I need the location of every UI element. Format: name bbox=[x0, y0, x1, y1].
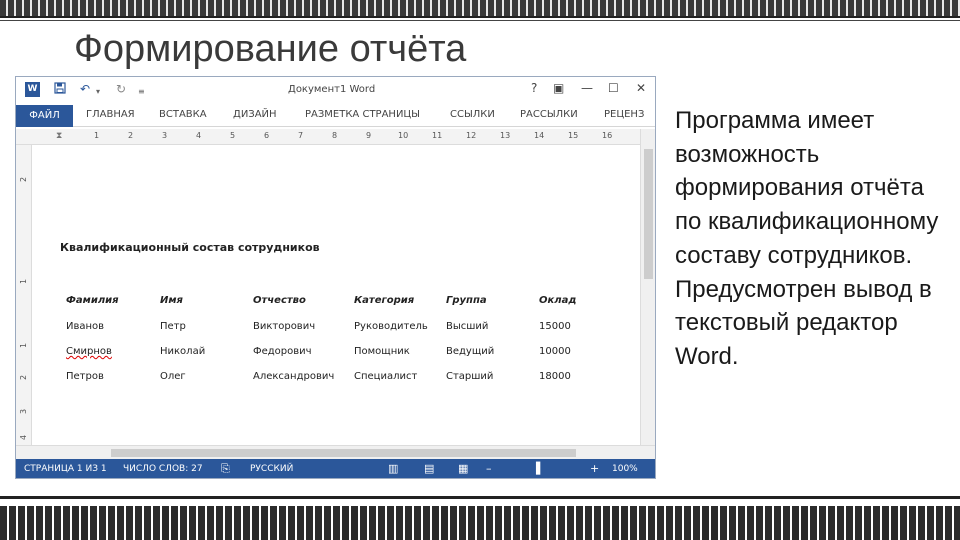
title-bar: W ↶ ▾ ↻ ≡ Документ1 Word ? ▣ — ☐ ✕ bbox=[16, 77, 655, 103]
vruler-number: 1 bbox=[19, 342, 29, 349]
tab-page-layout[interactable]: РАЗМЕТКА СТРАНИЦЫ bbox=[305, 109, 420, 120]
bottom-divider bbox=[0, 496, 960, 499]
vruler-number: 1 bbox=[19, 278, 29, 285]
report-heading: Квалификационный состав сотрудников bbox=[60, 241, 320, 254]
table-cell: Иванов bbox=[66, 321, 105, 332]
ribbon-display-icon[interactable]: ▣ bbox=[553, 81, 564, 95]
tab-review[interactable]: РЕЦЕНЗ bbox=[604, 109, 644, 120]
customize-toolbar-icon[interactable]: ≡ bbox=[138, 85, 145, 99]
table-cell: 10000 bbox=[539, 346, 571, 357]
table-cell: Старший bbox=[446, 371, 494, 382]
word-app-icon[interactable]: W bbox=[25, 82, 40, 97]
table-header: Имя bbox=[160, 295, 183, 306]
table-cell: 18000 bbox=[539, 371, 571, 382]
vruler-number: 2 bbox=[19, 176, 29, 183]
slide: Формирование отчёта W ↶ ▾ ↻ ≡ Документ1 … bbox=[0, 0, 960, 540]
slide-description: Программа имеет возможность формирования… bbox=[675, 107, 939, 370]
language-status[interactable]: РУССКИЙ bbox=[250, 464, 293, 474]
zoom-in-icon[interactable]: + bbox=[590, 462, 599, 475]
table-cell: 15000 bbox=[539, 321, 571, 332]
document-title: Документ1 Word bbox=[288, 84, 376, 95]
table-cell: Олег bbox=[160, 371, 186, 382]
ruler-number: 5 bbox=[230, 131, 236, 140]
horizontal-scrollbar[interactable] bbox=[16, 445, 655, 459]
vruler-number: 4 bbox=[19, 434, 29, 441]
vertical-ruler[interactable]: 2 1 1 2 3 4 bbox=[16, 145, 32, 445]
slide-title: Формирование отчёта bbox=[74, 28, 467, 70]
table-cell: Специалист bbox=[354, 371, 418, 382]
web-layout-icon[interactable]: ▦ bbox=[458, 462, 468, 475]
table-cell: Петров bbox=[66, 371, 104, 382]
ruler-number: 7 bbox=[298, 131, 304, 140]
vruler-number: 3 bbox=[19, 408, 29, 415]
zoom-level[interactable]: 100% bbox=[612, 464, 638, 474]
table-cell: Помощник bbox=[354, 346, 410, 357]
zoom-slider[interactable]: ▌ bbox=[536, 462, 544, 475]
horizontal-scroll-thumb[interactable] bbox=[111, 449, 576, 457]
page-count-status[interactable]: СТРАНИЦА 1 ИЗ 1 bbox=[24, 464, 107, 474]
ruler-number: 12 bbox=[466, 131, 477, 140]
ruler-number: 14 bbox=[534, 131, 545, 140]
horizontal-ruler[interactable]: ⧗ 1 2 3 4 5 6 7 8 9 10 11 12 13 14 15 16 bbox=[16, 129, 641, 145]
table-header: Фамилия bbox=[66, 295, 119, 306]
table-cell: Смирнов bbox=[66, 346, 112, 357]
table-header: Группа bbox=[446, 295, 487, 306]
table-cell: Александрович bbox=[253, 371, 335, 382]
table-cell: Руководитель bbox=[354, 321, 428, 332]
proofing-icon[interactable]: ⎘ bbox=[221, 462, 230, 476]
vruler-number: 2 bbox=[19, 374, 29, 381]
ruler-number: 16 bbox=[602, 131, 613, 140]
vertical-scrollbar[interactable] bbox=[640, 129, 655, 445]
top-divider-thin bbox=[0, 20, 960, 21]
top-decorative-band bbox=[0, 0, 960, 16]
vertical-scroll-thumb[interactable] bbox=[644, 149, 653, 279]
zoom-out-icon[interactable]: – bbox=[486, 462, 492, 475]
ruler-number: 4 bbox=[196, 131, 202, 140]
ruler-number: 11 bbox=[432, 131, 443, 140]
close-icon[interactable]: ✕ bbox=[636, 81, 646, 95]
tab-home[interactable]: ГЛАВНАЯ bbox=[86, 109, 135, 120]
table-cell: Петр bbox=[160, 321, 186, 332]
ribbon-tabs: ФАЙЛ ГЛАВНАЯ ВСТАВКА ДИЗАЙН РАЗМЕТКА СТР… bbox=[16, 105, 655, 127]
tab-insert[interactable]: ВСТАВКА bbox=[159, 109, 207, 120]
chevron-down-icon[interactable]: ▾ bbox=[96, 85, 100, 99]
table-header: Отчество bbox=[253, 295, 306, 306]
ruler-number: 3 bbox=[162, 131, 168, 140]
tab-mailings[interactable]: РАССЫЛКИ bbox=[520, 109, 578, 120]
status-bar: СТРАНИЦА 1 ИЗ 1 ЧИСЛО СЛОВ: 27 ⎘ РУССКИЙ… bbox=[16, 459, 655, 478]
maximize-icon[interactable]: ☐ bbox=[608, 81, 619, 95]
ruler-number: 2 bbox=[128, 131, 134, 140]
redo-icon[interactable]: ↻ bbox=[116, 82, 126, 96]
document-page[interactable]: Квалификационный состав сотрудников Фами… bbox=[32, 145, 640, 445]
tab-file[interactable]: ФАЙЛ bbox=[16, 105, 73, 127]
table-cell: Ведущий bbox=[446, 346, 495, 357]
table-header: Оклад bbox=[539, 295, 577, 306]
tab-references[interactable]: ССЫЛКИ bbox=[450, 109, 495, 120]
ruler-number: 9 bbox=[366, 131, 372, 140]
table-cell: Высший bbox=[446, 321, 489, 332]
help-icon[interactable]: ? bbox=[531, 81, 537, 95]
ruler-number: 8 bbox=[332, 131, 338, 140]
top-divider bbox=[0, 16, 960, 18]
minimize-icon[interactable]: — bbox=[581, 81, 593, 95]
ruler-number: 13 bbox=[500, 131, 511, 140]
ruler-number: 6 bbox=[264, 131, 270, 140]
table-cell: Федорович bbox=[253, 346, 312, 357]
table-cell: Николай bbox=[160, 346, 206, 357]
bottom-decorative-band bbox=[0, 506, 960, 540]
table-header: Категория bbox=[354, 295, 415, 306]
ruler-number: 15 bbox=[568, 131, 579, 140]
ruler-number: 1 bbox=[94, 131, 100, 140]
table-cell: Викторович bbox=[253, 321, 316, 332]
word-window: W ↶ ▾ ↻ ≡ Документ1 Word ? ▣ — ☐ ✕ ФАЙЛ … bbox=[15, 76, 656, 479]
tab-design[interactable]: ДИЗАЙН bbox=[233, 109, 277, 120]
undo-icon[interactable]: ↶ bbox=[80, 82, 90, 96]
print-layout-icon[interactable]: ▤ bbox=[424, 462, 434, 475]
read-mode-icon[interactable]: ▥ bbox=[388, 462, 398, 475]
save-icon[interactable] bbox=[54, 82, 66, 97]
ruler-number: 10 bbox=[398, 131, 409, 140]
word-count-status[interactable]: ЧИСЛО СЛОВ: 27 bbox=[123, 464, 203, 474]
indent-marker-icon[interactable]: ⧗ bbox=[56, 131, 62, 141]
